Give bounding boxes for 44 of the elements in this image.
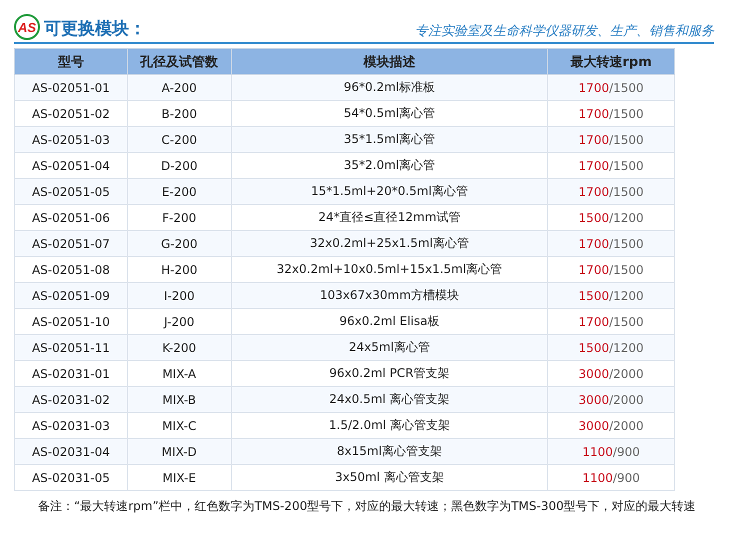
table-cell: AS-02051-01 (14, 74, 128, 100)
table-cell: AS-02051-09 (14, 282, 128, 308)
speed-cell: 1100/900 (548, 438, 674, 464)
table-cell: 96*0.2ml标准板 (231, 74, 548, 100)
table-cell: E-200 (127, 178, 232, 204)
table-cell: C-200 (127, 126, 232, 152)
table-cell: 103x67x30mm方槽模块 (231, 282, 548, 308)
column-header: 模块描述 (231, 48, 548, 74)
table-cell: MIX-B (127, 386, 232, 412)
table-cell: I-200 (127, 282, 232, 308)
table-cell: 35*1.5ml离心管 (231, 126, 548, 152)
speed-cell: 1700/1500 (548, 178, 674, 204)
table-cell: AS-02031-05 (14, 464, 128, 490)
table-cell: 24x0.5ml 离心管支架 (231, 386, 548, 412)
slogan: 专注实验室及生命科学仪器研发、生产、销售和服务 (415, 23, 714, 40)
table-cell: MIX-D (127, 438, 232, 464)
table-cell: 15*1.5ml+20*0.5ml离心管 (231, 178, 548, 204)
table-cell: AS-02051-05 (14, 178, 128, 204)
column-header: 最大转速rpm (548, 48, 674, 74)
table-cell: K-200 (127, 334, 232, 360)
speed-cell: 1100/900 (548, 464, 674, 490)
section-title: 可更换模块： (44, 18, 146, 40)
speed-cell: 1700/1500 (548, 230, 674, 256)
speed-cell: 3000/2000 (548, 386, 674, 412)
table-cell: AS-02031-02 (14, 386, 128, 412)
speed-cell: 1700/1500 (548, 126, 674, 152)
table-cell: 24x5ml离心管 (231, 334, 548, 360)
table-cell: AS-02051-11 (14, 334, 128, 360)
table-cell: AS-02051-07 (14, 230, 128, 256)
table-cell: MIX-E (127, 464, 232, 490)
table-cell: 8x15ml离心管支架 (231, 438, 548, 464)
speed-cell: 1500/1200 (548, 282, 674, 308)
logo: AS (14, 14, 40, 40)
table-cell: 3x50ml 离心管支架 (231, 464, 548, 490)
speed-cell: 1500/1200 (548, 334, 674, 360)
table-cell: A-200 (127, 74, 232, 100)
speed-cell: 1700/1500 (548, 74, 674, 100)
table-cell: AS-02031-04 (14, 438, 128, 464)
note-text: 备注：“最大转速rpm”栏中，红色数字为TMS-200型号下，对应的最大转速；黑色数字为TMS-300型号下，对应的最大转速 (37, 498, 697, 515)
column-header: 型号 (14, 48, 128, 74)
column-header: 孔径及试管数 (127, 48, 232, 74)
table-cell: G-200 (127, 230, 232, 256)
table-cell: 32x0.2ml+25x1.5ml离心管 (231, 230, 548, 256)
table-cell: AS-02051-03 (14, 126, 128, 152)
